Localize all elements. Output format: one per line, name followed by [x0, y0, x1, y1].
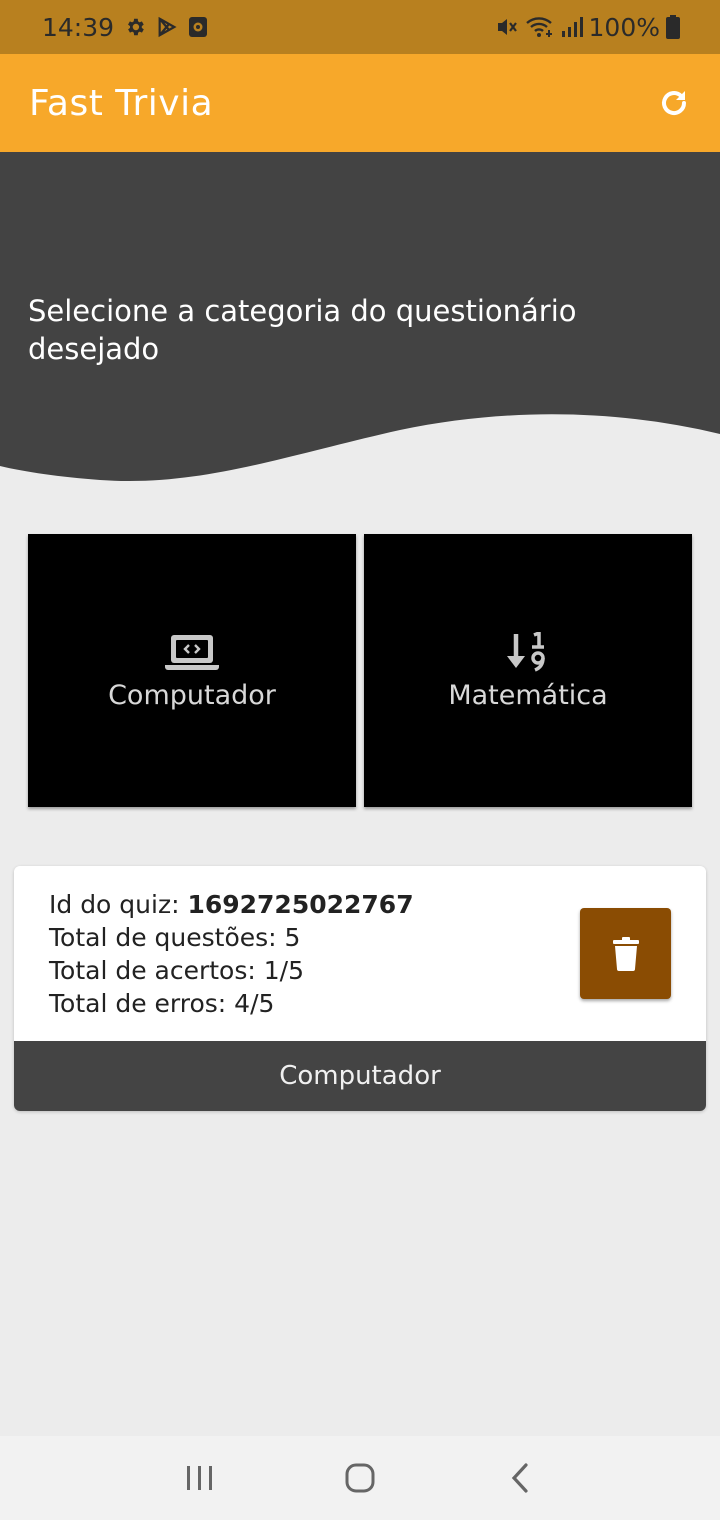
play-store-icon [156, 16, 178, 38]
home-button[interactable] [330, 1448, 390, 1508]
quiz-category-footer: Computador [14, 1041, 706, 1111]
category-label: Computador [108, 680, 276, 711]
app-title: Fast Trivia [29, 82, 214, 124]
refresh-button[interactable] [652, 81, 696, 125]
wifi-icon [525, 16, 555, 38]
battery-percent: 100% [588, 12, 660, 42]
media-icon [188, 16, 208, 38]
status-bar: 14:39 100% [0, 0, 720, 54]
recents-button[interactable] [170, 1448, 230, 1508]
category-grid: Computador Matemática [28, 534, 692, 807]
delete-button[interactable] [580, 908, 671, 999]
trash-icon [612, 936, 639, 971]
quiz-result-body: Id do quiz: 1692725022767 Total de quest… [14, 866, 706, 1041]
laptop-code-icon [164, 630, 220, 674]
mute-icon [495, 16, 519, 38]
status-right: 100% [495, 13, 680, 42]
category-label: Matemática [448, 680, 608, 711]
sort-numeric-down-icon [500, 630, 556, 674]
category-card-matematica[interactable]: Matemática [364, 534, 692, 807]
quiz-id-label: Id do quiz: [49, 890, 188, 919]
signal-icon [561, 16, 583, 38]
app-bar: Fast Trivia [0, 54, 720, 152]
refresh-icon [658, 87, 690, 119]
recents-icon [185, 1465, 215, 1491]
status-time: 14:39 [42, 12, 115, 42]
header-banner: Selecione a categoria do questionário de… [0, 152, 720, 492]
back-button[interactable] [490, 1448, 550, 1508]
quiz-result-card: Id do quiz: 1692725022767 Total de quest… [14, 866, 706, 1111]
back-icon [509, 1462, 531, 1494]
header-title: Selecione a categoria do questionário de… [28, 294, 577, 366]
home-icon [344, 1462, 376, 1494]
gear-icon [124, 16, 146, 38]
quiz-id-value: 1692725022767 [187, 890, 414, 919]
battery-icon [666, 15, 680, 39]
status-left: 14:39 [42, 13, 208, 42]
category-card-computador[interactable]: Computador [28, 534, 356, 807]
system-nav-bar [0, 1436, 720, 1520]
